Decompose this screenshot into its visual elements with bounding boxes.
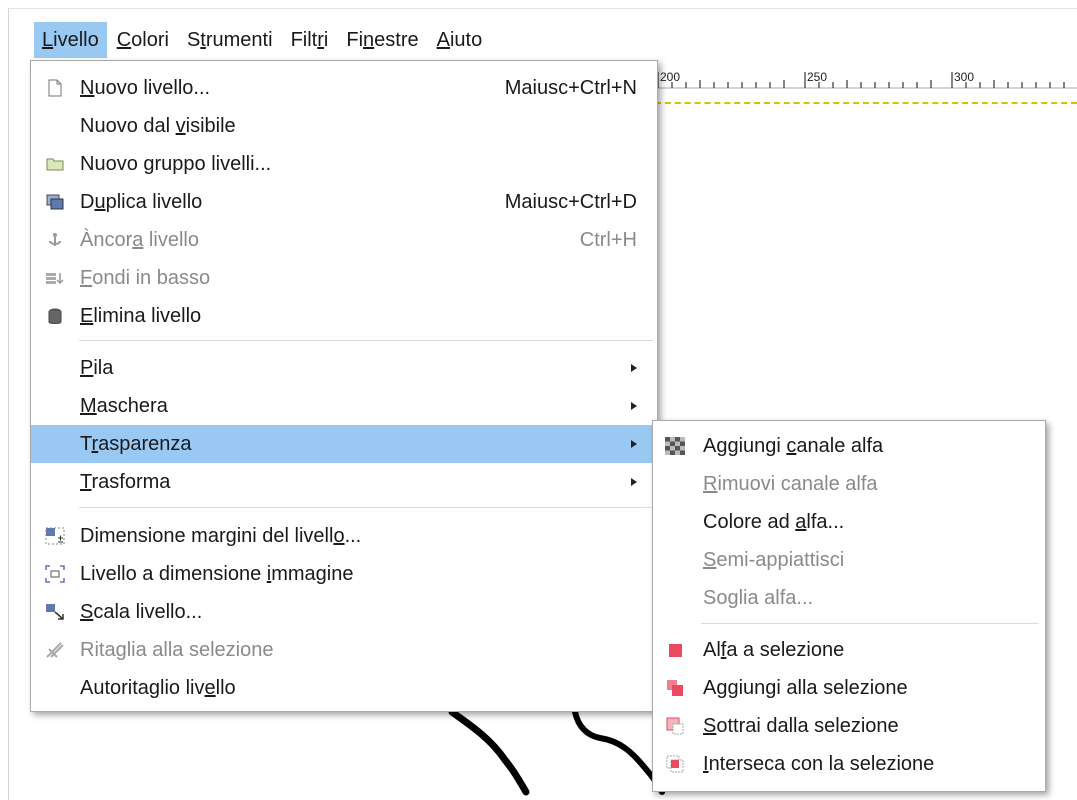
ruler-label-3: 300 (954, 70, 975, 84)
ruler-ticks (655, 72, 1077, 89)
menu-strumenti[interactable]: Strumenti (179, 22, 281, 58)
menu-finestre[interactable]: Finestre (338, 22, 426, 58)
menu-item-elimina-livello[interactable]: Elimina livello (31, 297, 657, 335)
layer-boundary-icon (45, 526, 65, 546)
submenu-arrow-icon (631, 364, 637, 372)
trash-icon (45, 306, 65, 326)
menu-separator (701, 623, 1039, 624)
crop-icon (45, 640, 65, 660)
menu-item-sottrai-dalla-selezione[interactable]: Sottrai dalla selezione (653, 707, 1045, 745)
subtract-selection-icon (665, 716, 685, 736)
ruler-label-2: 250 (807, 70, 828, 84)
menu-item-trasparenza[interactable]: Trasparenza (31, 425, 657, 463)
shortcut-label: Maiusc+Ctrl+N (504, 76, 637, 99)
shortcut-label: Ctrl+H (579, 228, 637, 251)
menu-item-colore-ad-alfa[interactable]: Colore ad alfa... (653, 503, 1045, 541)
menu-item-fondi-in-basso[interactable]: Fondi in basso (31, 259, 657, 297)
menu-item-rimuovi-canale-alfa[interactable]: Rimuovi canale alfa (653, 465, 1045, 503)
menu-item-autoritaglio-livello[interactable]: Autoritaglio livello (31, 669, 657, 707)
menu-livello[interactable]: Livello (34, 22, 107, 58)
menubar: Livello Colori Strumenti Filtri Finestre… (34, 22, 492, 58)
menu-item-interseca-con-la-selezione[interactable]: Interseca con la selezione (653, 745, 1045, 783)
livello-menu: Nuovo livello... Maiusc+Ctrl+N Nuovo dal… (30, 60, 658, 712)
menu-aiuto[interactable]: Aiuto (429, 22, 491, 58)
alpha-selection-icon (665, 640, 685, 660)
duplicate-icon (45, 192, 65, 212)
intersect-selection-icon (665, 754, 685, 774)
menu-separator (79, 340, 653, 341)
trasparenza-submenu: Aggiungi canale alfa Rimuovi canale alfa… (652, 420, 1046, 792)
menu-item-scala-livello[interactable]: Scala livello... (31, 593, 657, 631)
guide-line (655, 102, 1077, 104)
menu-item-aggiungi-alla-selezione[interactable]: Aggiungi alla selezione (653, 669, 1045, 707)
menu-item-livello-a-dimensione-immagine[interactable]: Livello a dimensione immagine (31, 555, 657, 593)
merge-down-icon (45, 268, 65, 288)
menu-item-maschera[interactable]: Maschera (31, 387, 657, 425)
checker-icon (665, 436, 685, 456)
submenu-arrow-icon (631, 478, 637, 486)
menu-item-semi-appiattisci[interactable]: Semi-appiattisci (653, 541, 1045, 579)
menu-item-aggiungi-canale-alfa[interactable]: Aggiungi canale alfa (653, 427, 1045, 465)
anchor-icon (45, 230, 65, 250)
menu-item-ritaglia-alla-selezione[interactable]: Ritaglia alla selezione (31, 631, 657, 669)
menu-filtri[interactable]: Filtri (283, 22, 337, 58)
submenu-arrow-icon (631, 402, 637, 410)
ruler-label-1: 200 (660, 70, 681, 84)
menu-item-alfa-a-selezione[interactable]: Alfa a selezione (653, 631, 1045, 669)
menu-item-trasforma[interactable]: Trasforma (31, 463, 657, 501)
menu-item-dimensione-margini[interactable]: Dimensione margini del livello... (31, 517, 657, 555)
menu-item-nuovo-livello[interactable]: Nuovo livello... Maiusc+Ctrl+N (31, 69, 657, 107)
menu-separator (79, 507, 653, 508)
shortcut-label: Maiusc+Ctrl+D (504, 190, 637, 213)
menu-colori[interactable]: Colori (109, 22, 177, 58)
menu-item-soglia-alfa[interactable]: Soglia alfa... (653, 579, 1045, 617)
menu-item-ancora-livello[interactable]: Àncora livello Ctrl+H (31, 221, 657, 259)
add-selection-icon (665, 678, 685, 698)
menu-item-pila[interactable]: Pila (31, 349, 657, 387)
folder-icon (45, 154, 65, 174)
horizontal-ruler[interactable]: 200 250 300 (655, 66, 1077, 104)
layer-to-image-icon (45, 564, 65, 584)
menu-item-nuovo-gruppo[interactable]: Nuovo gruppo livelli... (31, 145, 657, 183)
menu-item-duplica-livello[interactable]: Duplica livello Maiusc+Ctrl+D (31, 183, 657, 221)
menu-item-nuovo-dal-visibile[interactable]: Nuovo dal visibile (31, 107, 657, 145)
submenu-arrow-icon (631, 440, 637, 448)
scale-layer-icon (45, 602, 65, 622)
new-layer-icon (45, 78, 65, 98)
